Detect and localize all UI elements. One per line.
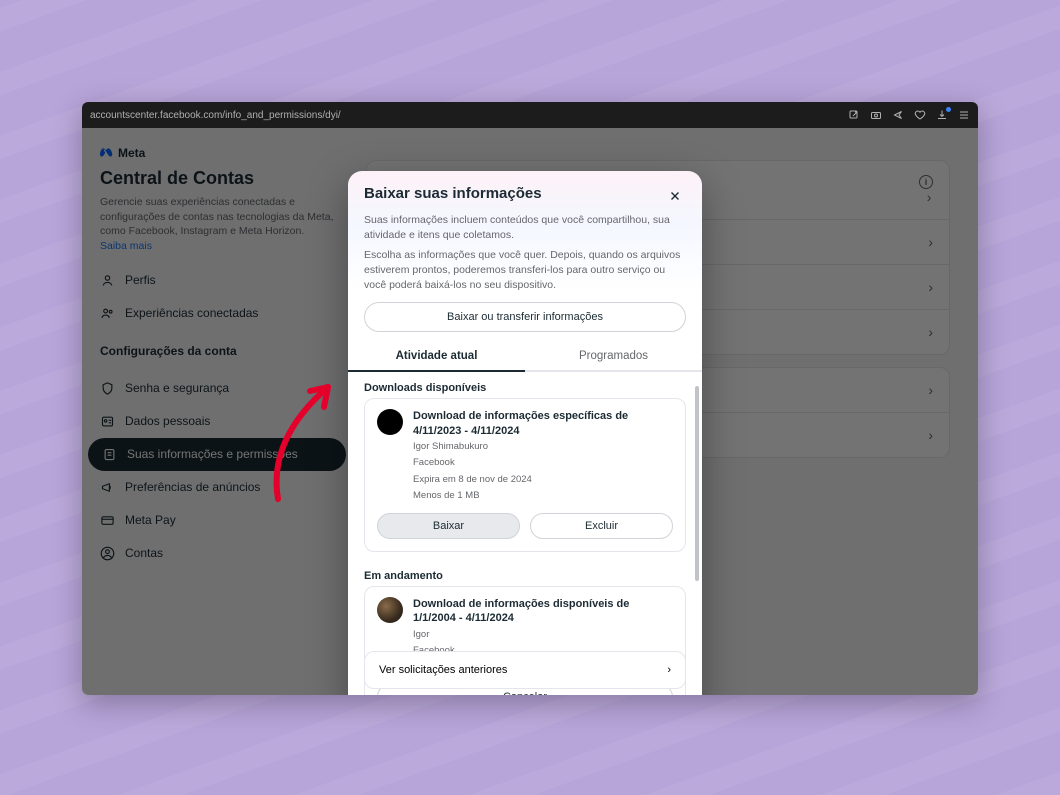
- avatar: [377, 409, 403, 435]
- tab-scheduled[interactable]: Programados: [525, 342, 702, 370]
- download-or-transfer-button[interactable]: Baixar ou transferir informações: [364, 302, 686, 332]
- modal-tabs: Atividade atual Programados: [348, 342, 702, 370]
- browser-window: accountscenter.facebook.com/info_and_per…: [82, 102, 978, 695]
- browser-address-bar: accountscenter.facebook.com/info_and_per…: [82, 102, 978, 128]
- share-icon[interactable]: [848, 109, 860, 121]
- download-user: Igor Shimabukuro: [413, 440, 673, 454]
- available-downloads-header: Downloads disponíveis: [364, 376, 686, 398]
- download-platform: Facebook: [413, 456, 673, 470]
- scrollbar[interactable]: [695, 382, 699, 695]
- download-title: Download de informações disponíveis de 1…: [413, 597, 673, 626]
- avatar: [377, 597, 403, 623]
- download-expires: Expira em 8 de nov de 2024: [413, 473, 673, 487]
- download-size: Menos de 1 MB: [413, 489, 673, 503]
- browser-tools: [848, 109, 970, 121]
- delete-button[interactable]: Excluir: [530, 513, 673, 539]
- menu-icon[interactable]: [958, 109, 970, 121]
- send-icon[interactable]: [892, 109, 904, 121]
- modal-title: Baixar suas informações: [364, 185, 656, 202]
- previous-requests-button[interactable]: Ver solicitações anteriores ›: [364, 651, 686, 689]
- download-tray-icon[interactable]: [936, 109, 948, 121]
- download-title: Download de informações específicas de 4…: [413, 409, 673, 438]
- heart-icon[interactable]: [914, 109, 926, 121]
- download-item-available: Download de informações específicas de 4…: [364, 398, 686, 552]
- close-icon: [668, 189, 682, 203]
- close-button[interactable]: [664, 185, 686, 207]
- download-button[interactable]: Baixar: [377, 513, 520, 539]
- download-user: Igor: [413, 628, 673, 642]
- tab-current-activity[interactable]: Atividade atual: [348, 342, 525, 370]
- download-info-modal: Baixar suas informações Suas informações…: [348, 171, 702, 695]
- chevron-right-icon: ›: [667, 664, 671, 676]
- in-progress-header: Em andamento: [364, 564, 686, 586]
- camera-icon[interactable]: [870, 109, 882, 121]
- browser-url: accountscenter.facebook.com/info_and_per…: [90, 110, 341, 121]
- modal-description-1: Suas informações incluem conteúdos que v…: [348, 207, 702, 242]
- modal-description-2: Escolha as informações que você quer. De…: [348, 242, 702, 292]
